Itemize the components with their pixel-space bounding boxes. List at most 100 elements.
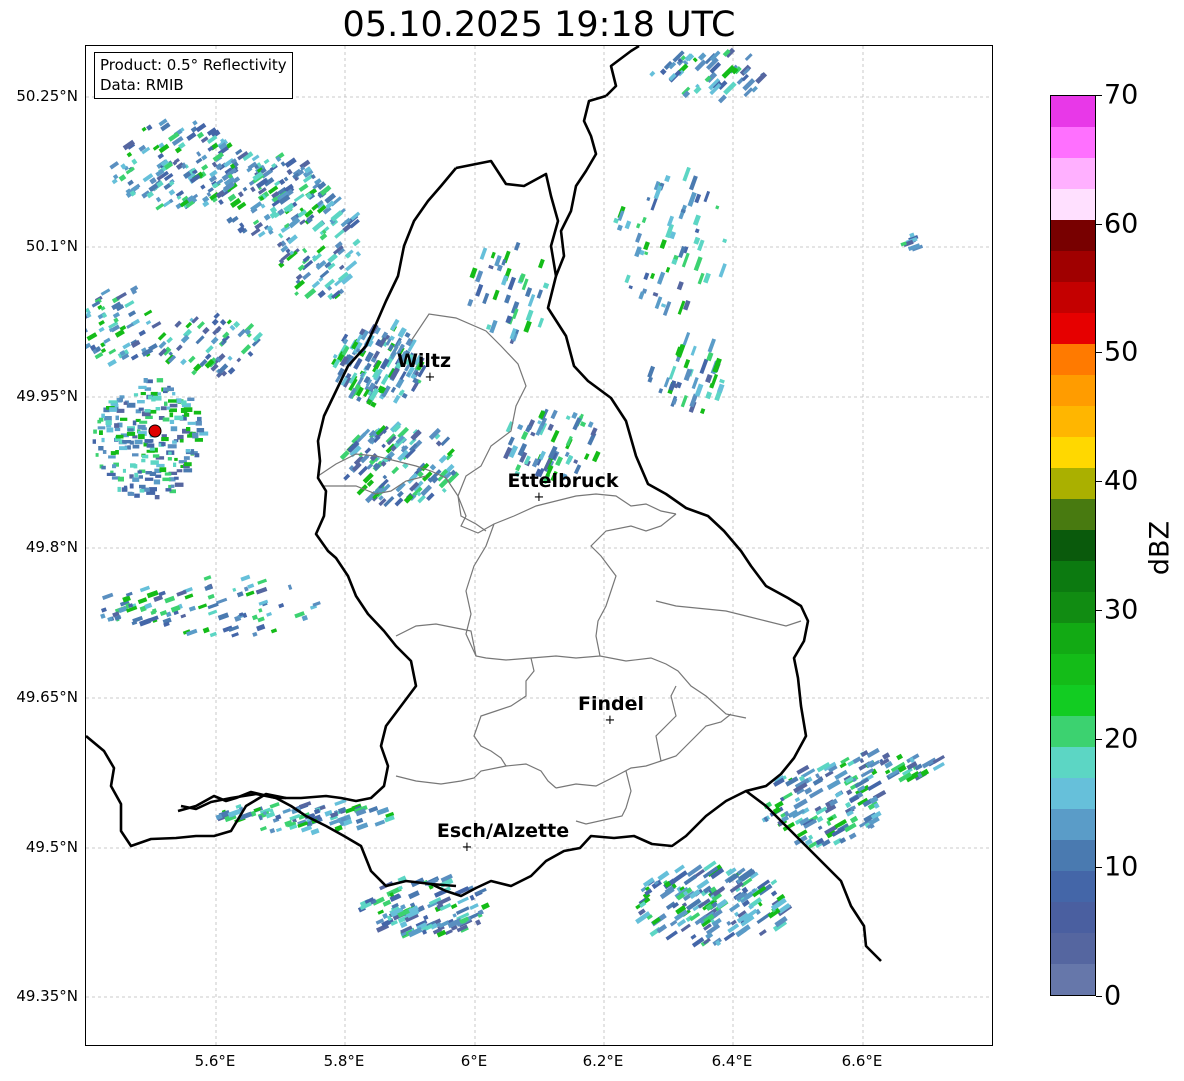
echo-cell — [692, 57, 698, 63]
echo-cell — [146, 124, 153, 131]
radar-map[interactable] — [85, 45, 993, 1046]
echo-cell — [311, 280, 321, 289]
echo-cell — [726, 920, 732, 926]
echo-cell — [129, 483, 134, 489]
echo-cell — [251, 614, 258, 621]
echo-cell — [537, 317, 545, 328]
echo-cell — [86, 332, 98, 342]
echo-cell — [122, 595, 131, 603]
echo-cell — [166, 406, 171, 410]
colorbar-label: dBZ — [1144, 520, 1176, 576]
lat-label-50-25: 50.25°N — [16, 87, 78, 105]
echo-cell — [647, 376, 653, 383]
echo-cell — [689, 175, 698, 191]
echo-cell — [202, 627, 210, 634]
echo-cell — [138, 475, 143, 479]
echo-cell — [259, 826, 267, 832]
echo-cell — [824, 770, 834, 778]
echo-cell — [693, 256, 703, 272]
echo-cell — [592, 450, 601, 463]
echo-cell — [167, 457, 172, 461]
echo-cell — [312, 601, 321, 607]
echo-cell — [718, 94, 727, 104]
echo-cell — [100, 613, 106, 619]
echo-cell — [185, 321, 193, 329]
echo-cell — [693, 85, 702, 95]
echo-cell — [127, 492, 135, 496]
echo-cell — [226, 319, 232, 325]
colorbar-segment — [1051, 933, 1095, 964]
echo-cell — [126, 322, 134, 329]
echo-cell — [723, 931, 736, 942]
lon-label-5-8: 5.8°E — [323, 1052, 365, 1070]
colorbar-segment — [1051, 871, 1095, 902]
echo-cell — [236, 591, 244, 598]
echo-cell — [399, 370, 407, 381]
echo-cell — [382, 912, 389, 920]
echo-cell — [115, 434, 124, 439]
colorbar-tick — [1096, 352, 1102, 354]
echo-cell — [643, 241, 650, 251]
echo-cell — [106, 427, 114, 433]
echo-cell — [441, 487, 447, 493]
echo-cell — [659, 239, 667, 250]
echo-cell — [117, 486, 121, 492]
echo-cell — [159, 467, 167, 473]
colorbar-segment — [1051, 282, 1095, 313]
echo-cell — [707, 338, 716, 353]
echo-cell — [184, 593, 194, 600]
colorbar-segment — [1051, 251, 1095, 282]
echo-cell — [183, 456, 190, 460]
echo-cell — [127, 445, 131, 450]
echo-cell — [635, 232, 642, 243]
echo-cell — [169, 403, 178, 408]
echo-cell — [270, 628, 278, 634]
echo-cell — [242, 186, 248, 192]
echo-cell — [758, 929, 767, 937]
echo-cell — [195, 157, 203, 164]
echo-cell — [187, 421, 196, 425]
echo-cell — [164, 595, 176, 604]
echo-cell — [196, 151, 202, 157]
echo-cell — [654, 296, 663, 310]
echo-cell — [157, 331, 167, 341]
echo-cell — [658, 388, 664, 394]
echo-cell — [475, 270, 484, 283]
echo-cell — [482, 292, 490, 305]
echo-cell — [572, 417, 582, 431]
echo-cell — [794, 796, 801, 803]
echo-cell — [287, 584, 293, 591]
colorbar-segment — [1051, 220, 1095, 251]
echo-cell — [697, 272, 705, 285]
echo-cell — [143, 378, 148, 383]
echo-cell — [328, 819, 339, 826]
echo-cell — [155, 202, 165, 211]
echo-cell — [99, 430, 103, 435]
echo-cell — [110, 451, 116, 456]
colorbar-tick — [1096, 867, 1102, 869]
echo-cell — [252, 631, 258, 637]
echo-cell — [93, 429, 97, 434]
echo-cell — [646, 196, 651, 202]
canton-borders — [317, 313, 802, 825]
echo-cell — [232, 587, 237, 592]
echo-cell — [153, 479, 161, 485]
echo-cell — [550, 429, 560, 443]
echo-cell — [668, 365, 677, 380]
echo-cell — [201, 164, 209, 171]
echo-cell — [624, 274, 631, 284]
echo-cell — [119, 446, 128, 451]
echo-cell — [573, 459, 579, 465]
echo-cell — [145, 471, 152, 475]
echo-cell — [138, 385, 147, 389]
echo-cell — [196, 428, 205, 433]
echo-cell — [298, 183, 309, 193]
echo-cell — [705, 373, 713, 384]
echo-cell — [195, 420, 202, 426]
echo-cell — [122, 342, 131, 350]
echo-cell — [95, 453, 99, 457]
echo-cell — [628, 285, 633, 290]
lon-label-6-6: 6.6°E — [841, 1052, 883, 1070]
echo-cell — [126, 151, 133, 158]
echo-cell — [165, 488, 172, 492]
